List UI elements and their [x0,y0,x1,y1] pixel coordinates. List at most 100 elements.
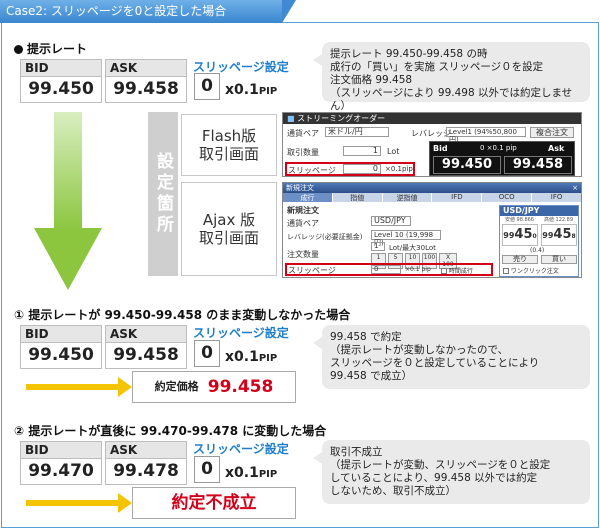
case1-note: 99.458 で約定 （提示レートが変動しなかったので、 スリッページを０と設定… [313,325,590,389]
case1-heading: ① 提示レートが 99.450-99.458 のまま変動しなかった場合 [14,308,351,322]
ajax-title-1: Ajax 版 [202,211,256,229]
ajax-window-title: 新規注文 [286,184,314,192]
ajax-title-2: 取引画面 [198,229,259,247]
flash-leverage-label: レバレッジ [411,129,451,138]
ajax-tab[interactable]: 指値 [332,193,383,202]
flash-order-window: ■ ストリーミングオーダー 通貨ペア 米ドル/円 レバレッジ Level1 (9… [282,112,582,177]
case2-heading: ② 提示レートが直後に 99.470-99.478 に変動した場合 [14,424,327,438]
ajax-section-title: 新規注文 [287,206,319,215]
close-icon[interactable]: × [572,183,581,193]
flash-leverage-select[interactable]: Level1 (94%50,800円) [446,127,526,144]
checkbox-icon[interactable] [441,268,447,274]
ajax-time-option[interactable]: 時間成行 [441,266,473,275]
case1-bid-label: BID [20,325,102,342]
case2-ask-value: 99.478 [105,458,187,485]
case2-note: 取引不成立 （提示レートが変動、スリッページを０と設定 していることにより、99… [313,440,590,504]
ajax-tab[interactable]: OCO [482,193,533,202]
ajax-slippage-label: スリッページ [288,266,336,275]
case2-result-text: 約定不成立 [171,493,257,513]
flash-spread: 0 ×0.1 pip [480,144,517,152]
ajax-leverage-label: レバレッジ(必要証拠金) [287,233,363,241]
ajax-qty-hint: Lot/最大30Lot [389,244,436,252]
case2-bid-label: BID [20,441,102,458]
flash-compound-button[interactable]: 複合注文 [530,127,574,138]
note-line: 提示レート 99.450-99.458 の時 [330,48,488,60]
case2-slippage-value: 0 [194,456,220,483]
case1-result-label: 約定価格 [154,380,199,393]
intro-ask-label: ASK [105,59,187,76]
note-line: （提示レートが変動しなかったので、 [330,344,509,356]
flash-title-2: 取引画面 [198,145,259,163]
ajax-high: 高値 122.89 [543,217,574,223]
flash-screen-label: Flash版 取引画面 [181,114,277,176]
ajax-qty-input[interactable]: 1 [371,242,385,251]
bullet-icon [14,45,23,54]
ajax-tab[interactable]: 逆指値 [382,193,433,202]
ajax-tabs: 成行 指値 逆指値 IFD OCO IFO [283,193,581,202]
note-line: 取引不成立 [330,446,383,458]
ajax-leverage-select[interactable]: Level 10 (19,998円) [371,230,441,247]
case-title-tab: Case2: スリッページを0と設定した場合 [0,0,296,23]
checkbox-icon[interactable] [503,268,509,274]
ajax-screen-label: Ajax 版 取引画面 [181,182,277,276]
ajax-qty-label: 注文数量 [287,250,319,259]
case1-bid-value: 99.450 [20,342,102,369]
case2-slippage-label: スリッページ設定 [193,442,289,456]
ajax-quote-pair: USD/JPY [500,206,578,216]
note-line: しないため、取引不成立） [330,485,456,497]
ajax-spread: (0.4) [530,247,545,254]
note-line: （提示レートが変動、スリッページを０と設定 [330,459,551,471]
intro-heading-row: 提示レート [14,40,87,57]
ajax-slippage-unit: ×0.1 pip [405,266,431,273]
flash-slippage-unit: ×0.1pip [385,165,413,173]
window-icon: ■ [287,114,295,123]
flash-slippage-label: スリッページ [288,166,336,175]
ajax-slippage-input[interactable]: 0 [371,265,401,274]
case2-result-box: 約定不成立 [132,487,296,519]
note-line: 成行の「買い」を実施 スリッページ０を設定 [330,61,544,73]
flash-qty-label: 取引数量 [287,148,319,157]
flash-bid-label: Bid [433,144,448,153]
flash-window-titlebar: ■ ストリーミングオーダー [283,113,581,124]
ajax-tab[interactable]: IFD [432,193,483,202]
ajax-pair-select[interactable]: USD/JPY [371,216,411,226]
flash-quote-panel: Bid 0 ×0.1 pip Ask 99.450 99.458 [429,141,575,176]
intro-slippage-unit: x0.1PIP [225,82,278,98]
ajax-low: 安値 98.866 [504,217,535,223]
case1-arrow-icon [26,377,132,397]
flash-bid-button[interactable]: 99.450 [433,156,501,174]
case2-bid-value: 99.470 [20,458,102,485]
flash-pair-select[interactable]: 米ドル/円 [325,127,389,137]
ajax-tab[interactable]: 成行 [283,193,333,202]
case-title: Case2: スリッページを0と設定した場合 [6,4,227,18]
case2-ask-label: ASK [105,441,187,458]
flash-slippage-input[interactable]: 0 [343,164,381,174]
case2-arrow-icon [26,493,132,513]
ajax-order-window: 新規注文 × 成行 指値 逆指値 IFD OCO IFO 新規注文 通貨ペア US… [282,182,582,278]
intro-heading: 提示レート [27,42,88,56]
ajax-ask-price[interactable]: 99458 [541,224,577,246]
flash-window-title: ストリーミングオーダー [297,114,386,123]
flash-ask-button[interactable]: 99.458 [504,156,572,174]
ajax-quote-range: 安値 98.866 高値 122.89 [500,216,578,223]
ajax-quote-panel: USD/JPY 安値 98.866 高値 122.89 99450 99458 … [499,205,579,277]
ajax-window-titlebar: 新規注文 × [283,183,581,193]
ajax-tab[interactable]: IFO [532,193,581,202]
ajax-buy-button[interactable]: 買い [541,255,577,264]
case1-result-value: 99.458 [207,377,274,397]
ajax-oneclick-option[interactable]: ワンクリック注文 [503,266,559,275]
case1-ask-label: ASK [105,325,187,342]
case2-slippage-unit: x0.1PIP [225,465,278,481]
note-line: 注文価格 99.458 [330,74,413,86]
flash-ask-label: Ask [548,144,565,153]
ajax-bid-price[interactable]: 99450 [502,224,538,246]
note-line: していることにより、99.458 以外では約定 [330,472,538,484]
case1-ask-value: 99.458 [105,342,187,369]
flash-qty-unit: Lot [387,147,400,156]
intro-bid-label: BID [20,59,102,76]
flash-qty-input[interactable]: 1 [343,146,381,156]
flash-pair-label: 通貨ペア [287,129,319,138]
case1-slippage-label: スリッページ設定 [193,326,289,340]
ajax-sell-button[interactable]: 売り [502,255,538,264]
settings-location-label: 設定箇所 [148,112,178,276]
